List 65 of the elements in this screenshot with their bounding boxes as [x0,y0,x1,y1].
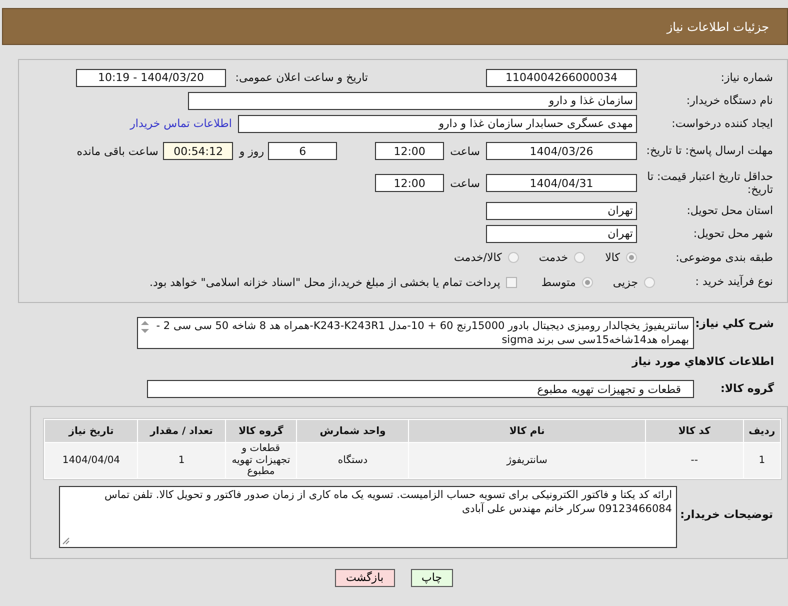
table-cell: -- [646,443,743,478]
column-header: ردیف [744,420,780,442]
column-header: کد کالا [646,420,743,442]
table-cell: 1404/04/04 [45,443,138,478]
time-field: 12:00 [375,174,444,192]
date-field: 1404/04/31 [486,174,637,192]
checkbox[interactable] [506,276,518,288]
field-label: حداقل تاریخ اعتبار قیمت: تا تاریخ: [646,170,774,196]
goods-group-field: قطعات و تجهیزات تهویه مطبوع [147,380,694,398]
table-cell: سانتریفوژ [409,443,645,478]
field-label: شماره نیاز: [720,70,774,84]
radio-button[interactable] [508,252,519,263]
field-label: ایجاد کننده درخواست: [670,116,774,130]
city-field: تهران [486,224,637,242]
field-label: طبقه بندی موضوعی: [674,250,774,264]
scroll-arrows-icon [140,320,150,334]
days-field: 6 [268,142,338,160]
page-title: جزئیات اطلاعات نیاز [666,20,769,34]
checkbox-label: پرداخت تمام یا بخشی از مبلغ خرید،از محل "اسناد خزانه اسلامی" خواهد بود. [150,276,500,288]
resize-grip-icon [62,536,70,544]
radio-button[interactable] [644,276,655,288]
section-title: اطلاعات کالاهاي مورد نياز [630,355,775,368]
radio-label: خدمت [538,251,568,264]
table-cell: قطعات و تجهیزات تهویه مطبوع [226,443,296,478]
field-label: گروه کالا: [719,382,775,396]
requester-field: مهدی عسگری حسابدار سازمان غذا و دارو [238,114,637,132]
back-button[interactable]: بازگشت [334,568,395,586]
field-label: شهر محل تحویل: [692,226,774,240]
buyer-org-field: سازمان غذا و دارو [188,92,637,110]
column-header: نام کالا [409,420,645,442]
days-label: روز و [239,144,264,158]
column-header: گروه کالا [226,420,296,442]
print-button[interactable]: چاپ [410,568,454,586]
radio-button[interactable] [582,276,593,288]
time-label: ساعت [450,176,480,190]
table-cell: دستگاه [297,443,408,478]
radio-button[interactable] [626,252,637,263]
field-label: نوع فرآیند خرید : [694,275,774,289]
column-header: واحد شمارش [297,420,408,442]
province-field: تهران [486,202,637,220]
field-label: توضیحات خریدار: [679,508,774,521]
column-header: تاریخ نیاز [45,420,138,442]
radio-label: متوسط [541,276,576,288]
buyer-contact-link[interactable]: اطلاعات تماس خریدار [130,117,232,130]
radio-button[interactable] [574,252,586,263]
description-text: سانتریفیوژ یخچالدار رومیزی دیجیتال بادور 15000رنج 60 + 10-مدل K243-K243R1-همراه هد 8 شاخه 50 سی سی 2 - بهمراه هد14شاخه15سی سی برند sigma [137,317,694,349]
field-label: مهلت ارسال پاسخ: تا تاریخ: [645,144,774,158]
radio-label: جزیی [612,276,638,288]
field-label: نام دستگاه خریدار: [685,94,774,108]
column-header: تعداد / مقدار [138,420,225,442]
need-number-field: 1104004266000034 [486,68,637,86]
field-label: استان محل تحویل: [686,204,774,218]
radio-label: کالا/خدمت [454,251,502,264]
field-label: شرح کلي نياز: [694,317,775,330]
remaining-time-field: 00:54:12 [163,142,234,160]
table-cell: 1 [138,443,225,478]
field-label: تاریخ و ساعت اعلان عمومی: [234,70,369,84]
buyer-notes-text: ارائه کد یکتا و فاکتور الکترونیکی برای تسویه حساب الزامیست. تسویه یک ماه کاری از زمان صدور فاکتور و تحویل کالا. تلفن تماس 09123466084 سرکار خانم مهندس علی آبادی [59,486,677,548]
time-field: 12:00 [375,142,444,160]
radio-label: کالا [605,251,620,264]
remaining-label: ساعت باقی مانده [76,144,158,158]
date-field: 1404/03/26 [486,142,637,160]
time-label: ساعت [450,144,480,158]
announce-date-field: 1404/03/20 - 10:19 [76,68,226,86]
table-cell: 1 [744,443,780,478]
